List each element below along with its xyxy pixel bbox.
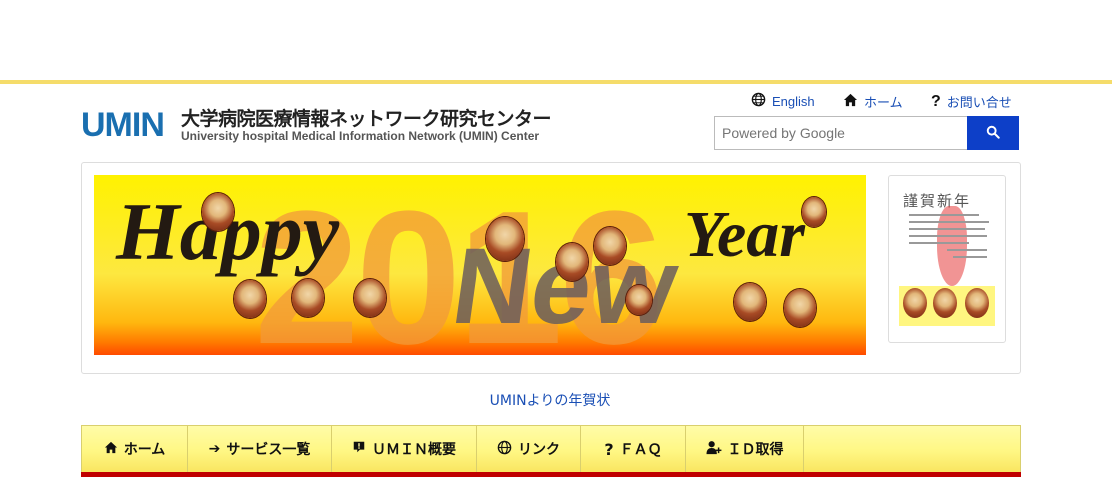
globe-icon: [751, 92, 766, 110]
banner-new-text: New: [445, 225, 685, 346]
home-icon: [104, 441, 118, 458]
monkey-figure: [354, 279, 386, 317]
top-accent-bar: [0, 80, 1112, 84]
umin-logo[interactable]: UMIN: [81, 106, 165, 145]
search-icon: [986, 125, 1000, 142]
banner-year-word-text: Year: [684, 198, 805, 271]
monkey-figure: [626, 285, 652, 315]
monkey-figure: [903, 288, 927, 318]
nav-item-label: ＵＭＩＮ概要: [372, 442, 456, 458]
banner-caption-link[interactable]: UMINよりの年賀状: [0, 390, 1100, 410]
nav-item-label: ＩＤ取得: [727, 442, 784, 458]
monkey-figure: [784, 289, 816, 327]
monkey-figure: [594, 227, 626, 265]
contact-link[interactable]: ? お問い合せ: [931, 92, 1012, 111]
search-button[interactable]: [967, 116, 1019, 150]
monkey-figure: [292, 279, 324, 317]
info-icon: [352, 440, 366, 458]
question-icon: ?: [931, 92, 941, 110]
site-subtitle: University hospital Medical Information …: [181, 129, 540, 143]
monkey-figure: [965, 288, 989, 318]
card-text-lines: [909, 214, 989, 263]
nav-item-label: ＦＡＱ: [619, 442, 662, 458]
nav-item-label: リンク: [518, 442, 560, 458]
search-box: [714, 116, 1020, 150]
monkey-figure: [734, 283, 766, 321]
nav-item-services[interactable]: ➔ サービス一覧: [188, 426, 332, 472]
contact-link-label: お問い合せ: [946, 95, 1012, 110]
nav-item-faq[interactable]: ? ＦＡＱ: [581, 426, 686, 472]
question-icon: ?: [604, 439, 614, 459]
home-icon: [843, 93, 858, 110]
site-header: UMIN 大学病院医療情報ネットワーク研究センター University hos…: [81, 92, 1021, 156]
nav-item-label: ホーム: [123, 442, 166, 458]
monkey-figure: [234, 280, 266, 318]
monkey-figure: [802, 197, 826, 227]
user-add-icon: [706, 440, 722, 459]
home-link[interactable]: ホーム: [843, 92, 903, 111]
english-link[interactable]: English: [751, 92, 815, 110]
nav-bottom-red-bar: [81, 472, 1021, 477]
english-link-label: English: [772, 93, 815, 109]
globe-icon: [497, 440, 512, 459]
monkey-figure: [933, 288, 957, 318]
home-link-label: ホーム: [864, 95, 903, 110]
nav-item-id-registration[interactable]: ＩＤ取得: [686, 426, 804, 472]
site-title: 大学病院医療情報ネットワーク研究センター: [181, 108, 552, 130]
monkey-figure: [486, 217, 524, 261]
search-input[interactable]: [714, 116, 968, 150]
card-greeting: 謹賀新年: [903, 192, 972, 210]
arrow-right-icon: ➔: [208, 441, 221, 457]
nav-item-label: サービス一覧: [226, 442, 311, 458]
nav-item-links[interactable]: リンク: [477, 426, 581, 472]
nav-item-about[interactable]: ＵＭＩＮ概要: [332, 426, 477, 472]
new-year-card-thumbnail[interactable]: 謹賀新年: [888, 175, 1006, 343]
new-year-banner-image[interactable]: 2016 Happy New Year: [94, 175, 866, 355]
top-links: English ホーム ? お問い合せ: [751, 92, 1021, 112]
monkey-figure: [556, 243, 588, 281]
new-year-banner-box: 2016 Happy New Year 謹賀新年: [81, 162, 1021, 374]
main-nav: ホーム ➔ サービス一覧 ＵＭＩＮ概要 リンク ? ＦＡＱ ＩＤ取得: [81, 425, 1021, 477]
monkey-figure: [202, 193, 234, 231]
nav-item-home[interactable]: ホーム: [82, 426, 188, 472]
